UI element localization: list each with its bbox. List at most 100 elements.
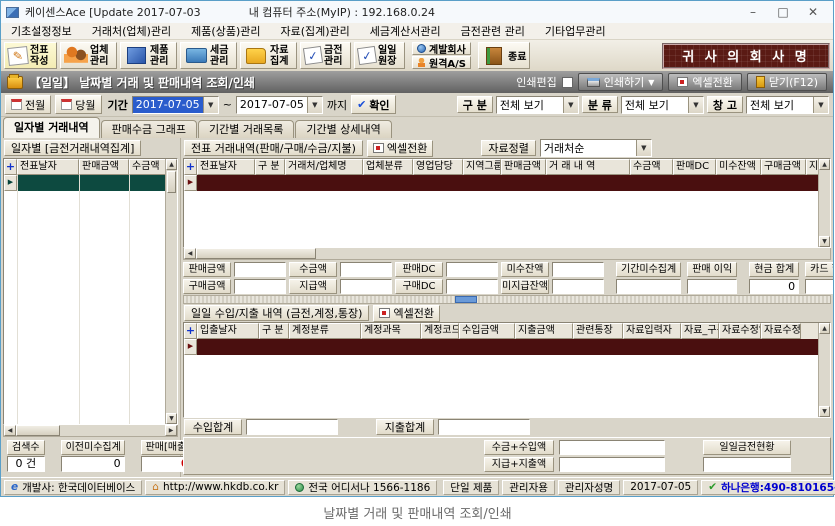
- column-header[interactable]: 자료입력자: [623, 323, 681, 339]
- warehouse-filter-value[interactable]: 전체 보기: [747, 97, 813, 113]
- menu-item-tax-invoice[interactable]: 세금계산서관리: [370, 23, 441, 39]
- scroll-left-icon[interactable]: ◀: [184, 248, 196, 259]
- dev-company-button[interactable]: 계발회사: [412, 42, 471, 55]
- cashflow-excel-button[interactable]: 엑셀전환: [373, 305, 439, 322]
- menu-item-etc[interactable]: 기타업무관리: [545, 23, 606, 39]
- scroll-track[interactable]: [60, 425, 165, 436]
- chevron-down-icon[interactable]: ▼: [203, 97, 218, 113]
- menu-item-money[interactable]: 금전관련 관리: [461, 23, 525, 39]
- column-header[interactable]: 거 래 내 역: [546, 159, 630, 175]
- remote-as-button[interactable]: 원격A/S: [412, 56, 471, 69]
- scroll-right-icon[interactable]: ▶: [165, 425, 177, 436]
- date-to-value[interactable]: 2017-07-05: [237, 97, 307, 113]
- add-row-icon[interactable]: +: [4, 159, 17, 175]
- this-month-button[interactable]: 당월: [55, 95, 101, 114]
- column-header[interactable]: 전표날자: [197, 159, 255, 175]
- total-value[interactable]: [446, 279, 498, 294]
- clients-manage-button[interactable]: 업체관리: [60, 42, 117, 69]
- column-header[interactable]: 판매DC: [673, 159, 716, 175]
- date-from-combo[interactable]: 2017-07-05 ▼: [132, 96, 219, 114]
- cashflow-grid[interactable]: + 입출날자구 분계정분류계정과목계정코드수입금액지출금액관련통장자료입력자자료…: [183, 322, 831, 418]
- cash-total-value[interactable]: 0: [749, 279, 799, 294]
- scroll-up-icon[interactable]: ▲: [819, 323, 830, 334]
- tab-period-detail[interactable]: 기간별 상세내역: [295, 120, 391, 138]
- column-header[interactable]: 전표날자: [17, 159, 79, 175]
- chevron-down-icon[interactable]: ▼: [563, 97, 578, 113]
- column-header[interactable]: 계정분류: [289, 323, 361, 339]
- column-header[interactable]: 자료수정: [761, 323, 801, 339]
- column-header[interactable]: 관련통장: [573, 323, 623, 339]
- column-header[interactable]: 계정과목: [361, 323, 421, 339]
- total-value[interactable]: [234, 279, 286, 294]
- column-header[interactable]: 수금액: [630, 159, 673, 175]
- period-receivable-value[interactable]: [616, 279, 681, 294]
- type-filter-combo[interactable]: 전체 보기 ▼: [496, 96, 579, 114]
- warehouse-filter-combo[interactable]: 전체 보기 ▼: [746, 96, 829, 114]
- selected-row[interactable]: ▶: [4, 175, 177, 191]
- excel-convert-button[interactable]: 엑셀전환: [668, 73, 741, 91]
- vertical-scrollbar[interactable]: ▲ ▼: [165, 159, 177, 424]
- menu-item-basic-settings[interactable]: 기초설정정보: [11, 23, 72, 39]
- scroll-down-icon[interactable]: ▼: [819, 236, 830, 247]
- search-count-value[interactable]: 0 건: [7, 456, 45, 472]
- column-header[interactable]: 거래처/업체명: [285, 159, 363, 175]
- scroll-thumb[interactable]: [167, 171, 176, 193]
- category-filter-value[interactable]: 전체 보기: [622, 97, 688, 113]
- selected-row[interactable]: ▶: [184, 175, 830, 191]
- column-header[interactable]: 수금액: [129, 159, 170, 175]
- scroll-thumb[interactable]: [16, 425, 60, 436]
- menu-item-products[interactable]: 제품(상품)관리: [191, 23, 260, 39]
- menu-item-clients[interactable]: 거래처(업체)관리: [92, 23, 171, 39]
- column-header[interactable]: 자료수정일: [719, 323, 761, 339]
- total-value[interactable]: [552, 279, 604, 294]
- date-to-combo[interactable]: 2017-07-05 ▼: [236, 96, 323, 114]
- voucher-create-button[interactable]: ✎ 전표작성: [4, 42, 57, 69]
- confirm-button[interactable]: ✔ 확인: [351, 95, 395, 114]
- maximize-button[interactable]: □: [768, 2, 798, 22]
- date-from-value[interactable]: 2017-07-05: [133, 97, 203, 113]
- sort-combo[interactable]: 거래처순 ▼: [540, 139, 652, 157]
- selected-row[interactable]: ▶: [184, 339, 830, 355]
- prev-receivable-value[interactable]: 0: [61, 456, 125, 472]
- products-manage-button[interactable]: 제품관리: [120, 42, 177, 69]
- payment-expense-value[interactable]: [559, 457, 665, 472]
- scroll-track[interactable]: [316, 248, 830, 259]
- close-button[interactable]: ✕: [798, 2, 828, 22]
- add-row-icon[interactable]: +: [184, 159, 197, 175]
- column-header[interactable]: 판매금액: [501, 159, 546, 175]
- print-button[interactable]: 인쇄하기 ▼: [578, 73, 664, 91]
- horizontal-scrollbar[interactable]: ◀: [183, 248, 831, 260]
- daily-money-status-value[interactable]: [703, 457, 791, 472]
- scroll-left-icon[interactable]: ◀: [4, 425, 16, 436]
- column-header[interactable]: 업체분류: [363, 159, 413, 175]
- receipt-income-value[interactable]: [559, 440, 665, 455]
- income-total-value[interactable]: [246, 419, 338, 435]
- sales-profit-value[interactable]: [687, 279, 737, 294]
- tab-sales-graph[interactable]: 판매수금 그래프: [101, 120, 197, 138]
- column-header[interactable]: 입출날자: [197, 323, 259, 339]
- scroll-thumb[interactable]: [455, 296, 477, 303]
- total-value[interactable]: [340, 279, 392, 294]
- category-filter-combo[interactable]: 전체 보기 ▼: [621, 96, 704, 114]
- horizontal-scrollbar[interactable]: ◀ ▶: [3, 425, 178, 437]
- close-form-button[interactable]: 닫기(F12): [747, 73, 827, 91]
- print-edit-checkbox[interactable]: [562, 77, 573, 88]
- tax-manage-button[interactable]: 세금관리: [180, 42, 237, 69]
- menu-item-data[interactable]: 자료(집계)관리: [280, 23, 349, 39]
- data-aggregate-button[interactable]: 자료집계: [240, 42, 297, 69]
- column-header[interactable]: 계정코드: [421, 323, 459, 339]
- column-header[interactable]: 수입금액: [459, 323, 515, 339]
- type-filter-value[interactable]: 전체 보기: [497, 97, 563, 113]
- tab-daily-transactions[interactable]: 일자별 거래내역: [3, 117, 100, 138]
- vertical-scrollbar[interactable]: ▲ ▼: [818, 159, 830, 247]
- total-value[interactable]: [234, 262, 286, 277]
- splitter-scrollbar[interactable]: [183, 295, 831, 304]
- column-header[interactable]: 영업담당: [413, 159, 463, 175]
- scroll-thumb[interactable]: [196, 248, 316, 259]
- total-value[interactable]: [552, 262, 604, 277]
- chevron-down-icon[interactable]: ▼: [307, 97, 322, 113]
- chevron-down-icon[interactable]: ▼: [636, 140, 651, 156]
- vertical-scrollbar[interactable]: ▲ ▼: [818, 323, 830, 417]
- scroll-up-icon[interactable]: ▲: [166, 159, 177, 170]
- scroll-down-icon[interactable]: ▼: [819, 406, 830, 417]
